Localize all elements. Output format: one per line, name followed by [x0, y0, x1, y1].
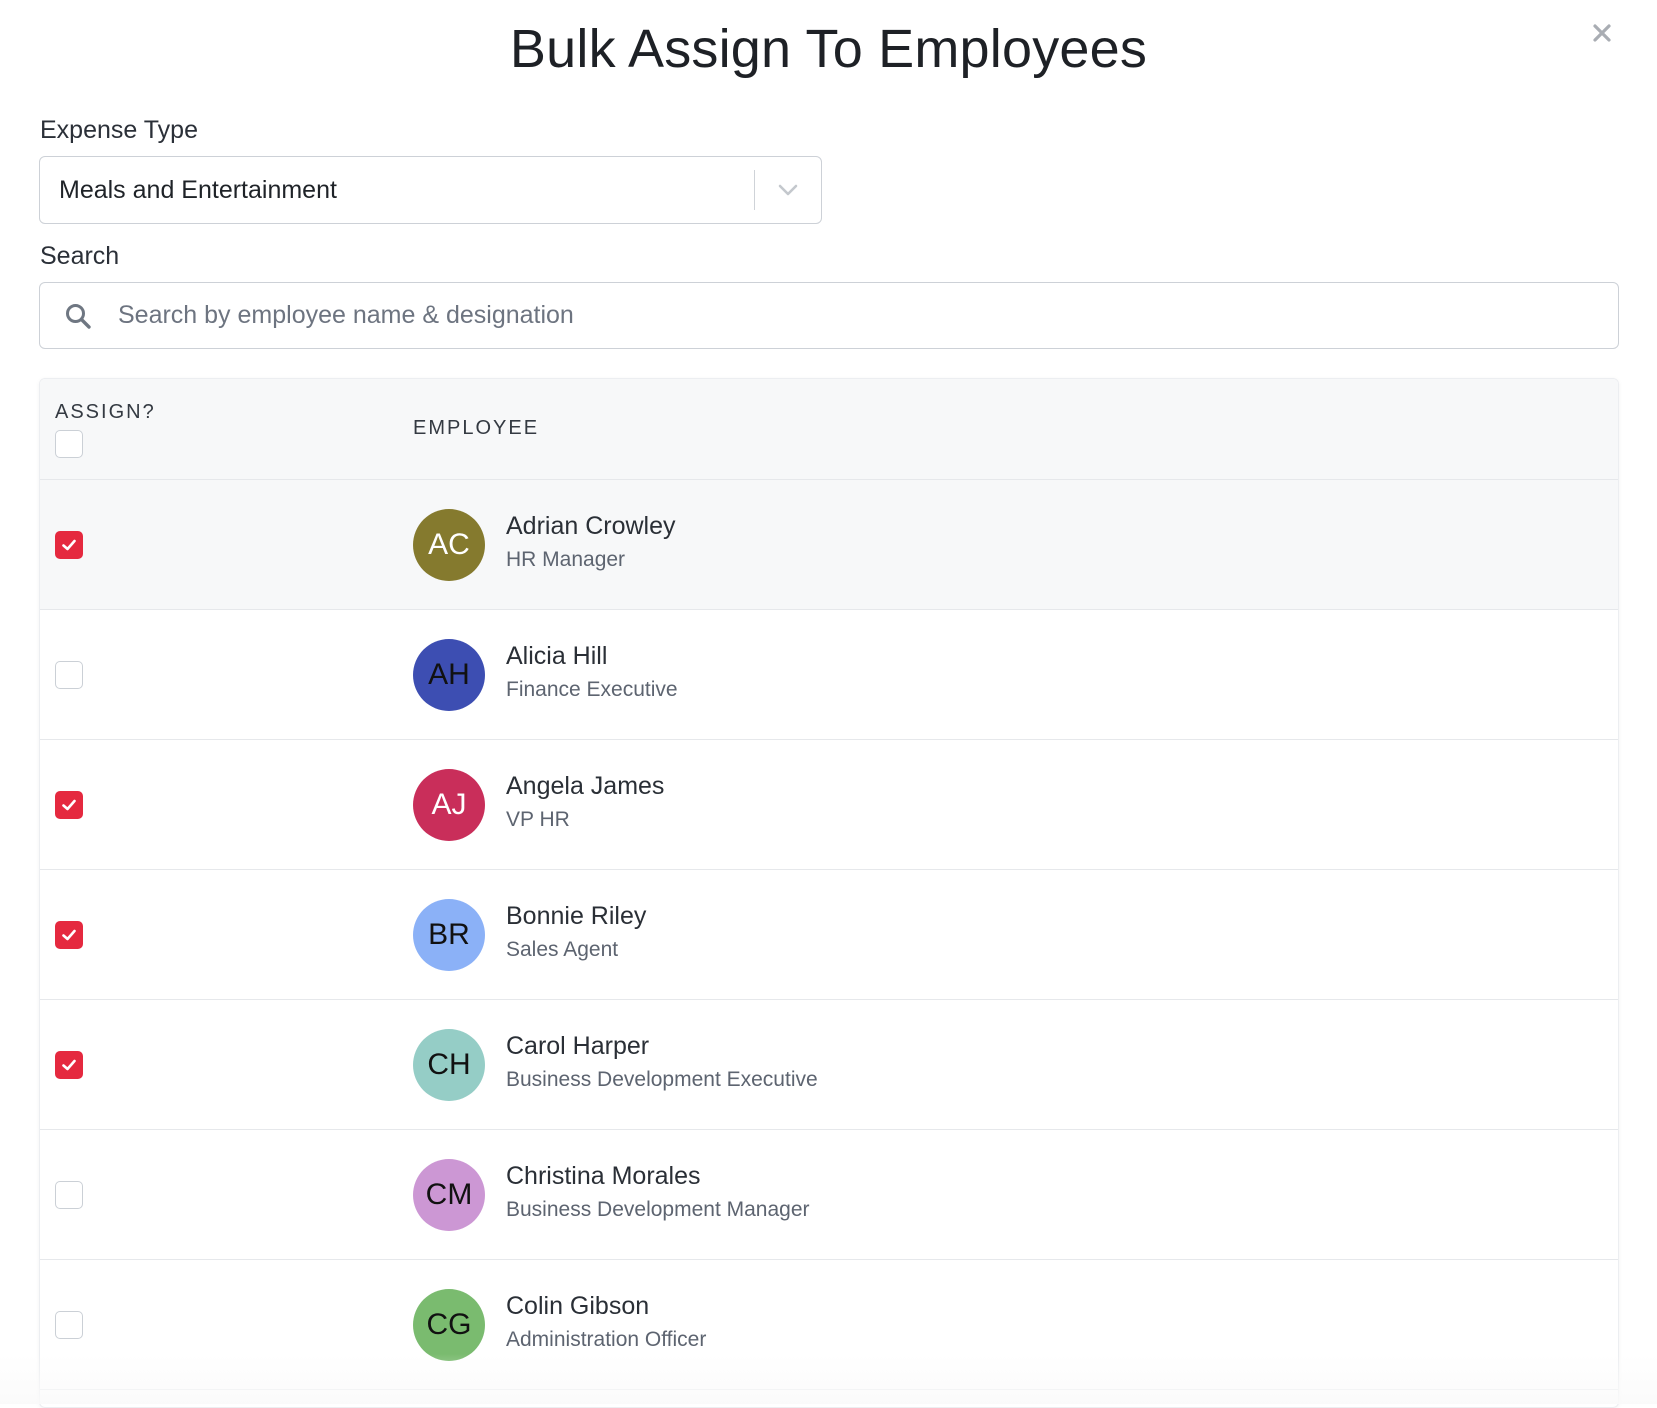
employee-name: Angela James [506, 772, 665, 800]
table-row[interactable]: AC Adrian Crowley HR Manager [40, 480, 1618, 610]
employee-name: Colin Gibson [506, 1292, 650, 1320]
table-row[interactable]: CH Carol Harper Business Development Execu… [40, 1000, 1618, 1130]
search-input[interactable] [110, 283, 1618, 348]
search-field[interactable] [39, 282, 1619, 349]
select-toggle[interactable] [755, 157, 821, 223]
employee-name: Adrian Crowley [506, 512, 676, 540]
avatar: AH [413, 638, 485, 711]
employee-name: Bonnie Riley [506, 902, 647, 930]
avatar: CM [413, 1158, 485, 1231]
select-all-checkbox[interactable] [55, 430, 83, 458]
employee-name: Christina Morales [506, 1162, 701, 1190]
avatar: BR [413, 898, 485, 971]
assign-checkbox[interactable] [55, 920, 83, 949]
assign-checkbox[interactable] [55, 790, 83, 819]
employee-column-header: EMPLOYEE [413, 417, 540, 439]
employee-designation: HR Manager [506, 548, 626, 571]
employee-designation: VP HR [506, 808, 570, 831]
expense-type-value: Meals and Entertainment [59, 175, 337, 204]
avatar: AC [413, 508, 485, 581]
employee-name: Carol Harper [506, 1032, 650, 1060]
expense-type-select[interactable]: Meals and Entertainment [39, 156, 822, 224]
employee-table: ASSIGN? EMPLOYEE AC Adrian Crowley HR Mana… [39, 378, 1619, 1408]
check-icon [62, 539, 76, 550]
assign-checkbox[interactable] [55, 1180, 83, 1209]
assign-checkbox[interactable] [55, 1310, 83, 1339]
check-icon [62, 929, 76, 940]
employee-designation: Sales Agent [506, 938, 619, 961]
table-row[interactable]: CG Colin Gibson Administration Officer [40, 1260, 1618, 1390]
table-row[interactable]: AJ Angela James VP HR [40, 740, 1618, 870]
check-icon [62, 799, 76, 810]
table-row[interactable]: AH Alicia Hill Finance Executive [40, 610, 1618, 740]
employee-designation: Business Development Manager [506, 1198, 810, 1221]
assign-column-header: ASSIGN? [55, 401, 156, 423]
assign-checkbox[interactable] [55, 660, 83, 689]
modal-title: Bulk Assign To Employees [509, 19, 1148, 79]
search-icon [40, 302, 110, 330]
check-icon [62, 1059, 76, 1070]
avatar: CG [413, 1288, 485, 1361]
close-icon [1593, 24, 1611, 42]
avatar: CH [413, 1028, 485, 1101]
assign-checkbox[interactable] [55, 1050, 83, 1079]
assign-checkbox[interactable] [55, 530, 83, 559]
avatar: AJ [413, 768, 485, 841]
chevron-down-icon [778, 184, 798, 196]
employee-designation: Finance Executive [506, 678, 678, 701]
employee-designation: Administration Officer [506, 1328, 707, 1351]
table-row[interactable]: CM Christina Morales Business Development … [40, 1130, 1618, 1260]
employee-name: Alicia Hill [506, 642, 608, 670]
search-label: Search [40, 242, 120, 270]
close-button[interactable] [1587, 18, 1617, 48]
employee-designation: Business Development Executive [506, 1068, 818, 1091]
expense-type-label: Expense Type [40, 116, 198, 144]
table-body: AC Adrian Crowley HR Manager AH Alicia Hill F… [40, 480, 1618, 1390]
table-header: ASSIGN? EMPLOYEE [40, 379, 1618, 480]
table-row[interactable]: BR Bonnie Riley Sales Agent [40, 870, 1618, 1000]
